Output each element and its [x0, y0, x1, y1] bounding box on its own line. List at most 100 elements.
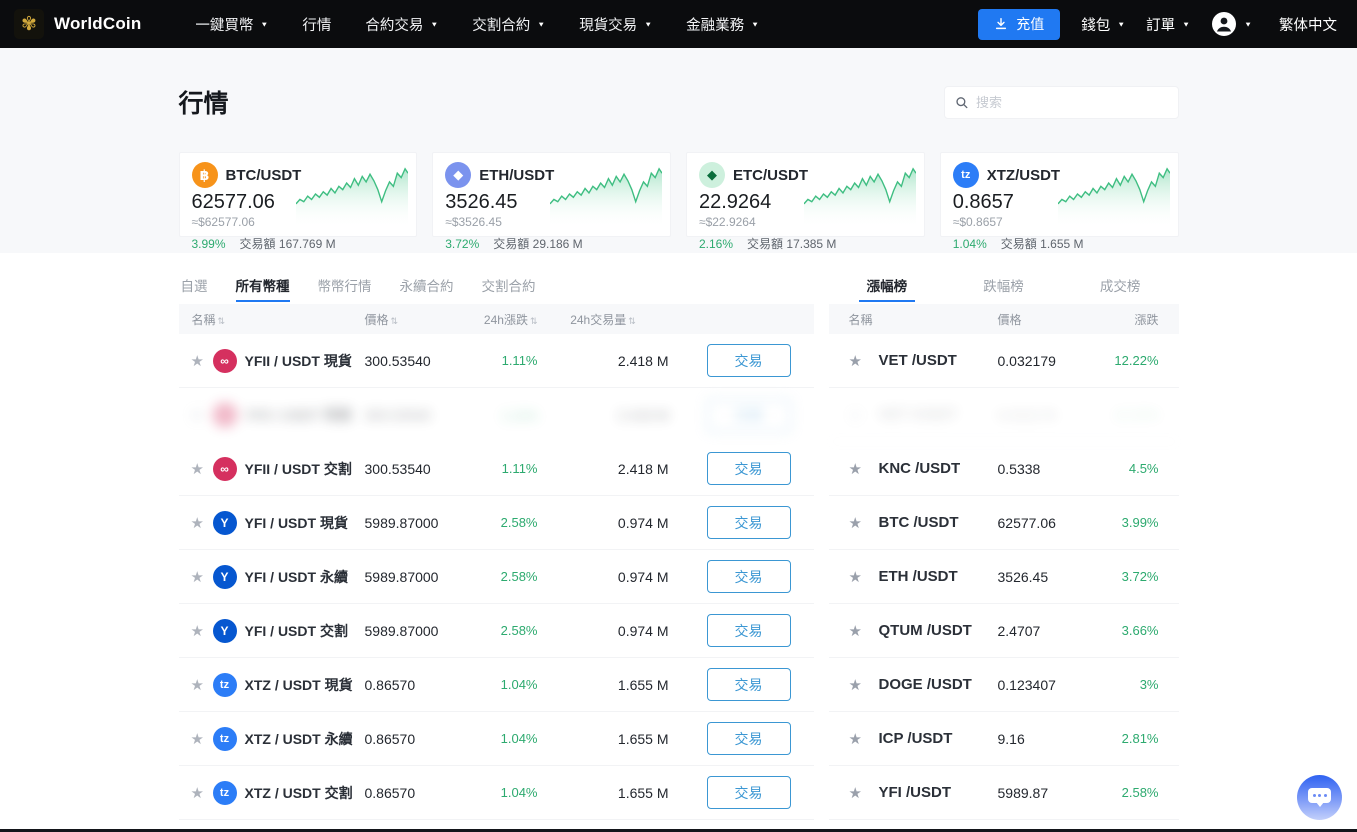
- chat-support-button[interactable]: [1297, 775, 1342, 820]
- favorite-star-icon[interactable]: ★: [191, 676, 213, 694]
- top-section: 行情 ฿ BTC/USDT 62577.06 ≈$62577.06 3.99%: [0, 48, 1357, 253]
- pair-label: XTZ/USDT: [986, 166, 1061, 184]
- table-row[interactable]: ★ tz XTZ / USDT 交割 0.86570 1.04% 1.655 M…: [178, 766, 814, 820]
- pair-volume: 0.974 M: [617, 568, 669, 585]
- markets-table-header: 名稱 ⇅ 價格 ⇅ 24h漲跌 ⇅ 24h交易量 ⇅: [178, 304, 814, 334]
- ticker-card-eth[interactable]: ◆ ETH/USDT 3526.45 ≈$3526.45 3.72% 交易額 2…: [432, 152, 671, 251]
- favorite-star-icon[interactable]: ★: [849, 460, 879, 478]
- yfi-icon: Y: [212, 510, 237, 535]
- page-title: 行情: [178, 90, 229, 118]
- ranking-row[interactable]: ★ ICP /USDT 9.16 2.81%: [828, 712, 1179, 766]
- pair-price: 9.16: [997, 730, 1025, 747]
- chat-bubble-icon: [1308, 788, 1331, 807]
- chevron-down-icon: ▼: [751, 20, 760, 28]
- favorite-star-icon[interactable]: ★: [191, 514, 213, 532]
- favorite-star-icon[interactable]: ★: [849, 352, 879, 370]
- yfii-icon: ∞: [212, 348, 237, 373]
- search-input[interactable]: [975, 94, 1168, 110]
- ticker-card-xtz[interactable]: tz XTZ/USDT 0.8657 ≈$0.8657 1.04% 交易額 1.…: [939, 152, 1179, 251]
- tab-all-coins[interactable]: 所有幣種: [235, 275, 290, 302]
- favorite-star-icon[interactable]: ★: [849, 784, 879, 802]
- orders-dropdown[interactable]: 訂單 ▼: [1146, 14, 1190, 35]
- table-row[interactable]: ★ Y YFI / USDT 現貨 5989.87000 2.58% 0.974…: [178, 496, 814, 550]
- nav-item-label: 合約交易: [365, 17, 424, 34]
- top-nav: ✾ WorldCoin 一鍵買幣 ▼ 行情 合約交易 ▼ 交割合約 ▼ 現貨交易…: [0, 0, 1357, 48]
- table-row[interactable]: ★ Y YFI / USDT 交割 5989.87000 2.58% 0.974…: [178, 604, 814, 658]
- pair-name: ETH /USDT: [878, 568, 958, 585]
- nav-item-buy-coins[interactable]: 一鍵買幣 ▼: [195, 14, 268, 35]
- ticker-card-etc[interactable]: ◆ ETC/USDT 22.9264 ≈$22.9264 2.16% 交易額 1…: [686, 152, 925, 251]
- sort-icon: ⇅: [217, 315, 226, 326]
- wallet-label: 錢包: [1081, 17, 1111, 34]
- favorite-star-icon[interactable]: ★: [849, 730, 879, 748]
- account-dropdown[interactable]: ▼: [1211, 11, 1252, 37]
- table-row[interactable]: ★ Y YFI / USDT 永續 5989.87000 2.58% 0.974…: [178, 550, 814, 604]
- tab-delivery-contracts[interactable]: 交割合約: [482, 275, 536, 302]
- ranking-row[interactable]: ★ KNC /USDT 0.5338 4.5%: [828, 442, 1179, 496]
- favorite-star-icon[interactable]: ★: [849, 676, 879, 694]
- wallet-dropdown[interactable]: 錢包 ▼: [1081, 14, 1125, 35]
- column-price[interactable]: 價格 ⇅: [365, 311, 455, 328]
- ranking-row[interactable]: ★ DOGE /USDT 0.123407 3%: [828, 658, 1179, 712]
- table-row[interactable]: ★ ∞ YFII / USDT 現貨 300.53540 1.11% 2.418…: [178, 334, 814, 388]
- pair-change: 2.58%: [500, 623, 538, 638]
- column-24h-volume[interactable]: 24h交易量 ⇅: [538, 311, 669, 328]
- tab-top-volume[interactable]: 成交榜: [1062, 275, 1179, 302]
- favorite-star-icon[interactable]: ★: [849, 514, 879, 532]
- pair-price: 300.53540: [364, 407, 431, 423]
- sparkline-chart: [1057, 167, 1170, 228]
- column-name[interactable]: 名稱 ⇅: [192, 311, 365, 328]
- table-row[interactable]: ★ tz XTZ / USDT 現貨 0.86570 1.04% 1.655 M…: [178, 658, 814, 712]
- trade-button[interactable]: 交易: [706, 506, 791, 539]
- ticker-card-btc[interactable]: ฿ BTC/USDT 62577.06 ≈$62577.06 3.99% 交易額…: [178, 152, 418, 251]
- favorite-star-icon[interactable]: ★: [849, 568, 879, 586]
- search-box[interactable]: [943, 85, 1179, 119]
- table-row[interactable]: ★ ∞ YFII / USDT 交割 300.53540 1.11% 2.418…: [178, 442, 814, 496]
- pair-label: BTC/USDT: [225, 166, 302, 184]
- trade-button[interactable]: 交易: [706, 776, 791, 809]
- ranking-row[interactable]: ★ VET /USDT 0.032179 12.22%: [828, 334, 1179, 388]
- column-24h-change[interactable]: 24h漲跌 ⇅: [455, 311, 538, 328]
- trade-button[interactable]: 交易: [706, 722, 791, 755]
- pair-change: 4.5%: [1128, 461, 1159, 476]
- favorite-star-icon[interactable]: ★: [849, 622, 879, 640]
- pair-change: 12.22%: [1114, 407, 1159, 422]
- pair-price: 0.032179: [997, 406, 1056, 423]
- table-row[interactable]: ★ tz XTZ / USDT 永續 0.86570 1.04% 1.655 M…: [178, 712, 814, 766]
- yfii-icon: ∞: [212, 403, 237, 427]
- tab-top-losers[interactable]: 跌幅榜: [945, 275, 1062, 302]
- ranking-row[interactable]: ★ ETH /USDT 3526.45 3.72%: [828, 550, 1179, 604]
- column-name: 名稱: [848, 312, 873, 327]
- tab-favorites[interactable]: 自選: [181, 275, 208, 302]
- tab-top-gainers[interactable]: 漲幅榜: [829, 275, 946, 302]
- language-selector[interactable]: 繁体中文: [1279, 14, 1337, 35]
- yfi-icon: Y: [212, 618, 237, 643]
- ranking-row[interactable]: ★ QTUM /USDT 2.4707 3.66%: [828, 604, 1179, 658]
- nav-item-delivery-contract[interactable]: 交割合約 ▼: [472, 14, 545, 35]
- ticker-change: 2.16%: [699, 237, 734, 251]
- favorite-star-icon[interactable]: ★: [191, 352, 213, 370]
- favorite-star-icon[interactable]: ★: [191, 784, 213, 802]
- favorite-star-icon[interactable]: ★: [191, 460, 213, 478]
- ticker-change: 3.99%: [191, 237, 226, 251]
- pair-price: 300.53540: [364, 460, 431, 477]
- favorite-star-icon[interactable]: ★: [191, 730, 213, 748]
- ranking-row[interactable]: ★ YFI /USDT 5989.87 2.58%: [828, 766, 1179, 820]
- pair-change: 3.99%: [1121, 515, 1159, 530]
- favorite-star-icon[interactable]: ★: [191, 568, 213, 586]
- deposit-button[interactable]: 充值: [978, 8, 1061, 40]
- tab-perpetual-contracts[interactable]: 永續合約: [400, 275, 454, 302]
- brand[interactable]: ✾ WorldCoin: [14, 9, 141, 39]
- favorite-star-icon[interactable]: ★: [191, 622, 213, 640]
- nav-item-markets[interactable]: 行情: [302, 14, 331, 35]
- trade-button[interactable]: 交易: [706, 452, 791, 485]
- ranking-row[interactable]: ★ BTC /USDT 62577.06 3.99%: [828, 496, 1179, 550]
- tab-spot-markets[interactable]: 幣幣行情: [318, 275, 372, 302]
- trade-button[interactable]: 交易: [706, 560, 791, 593]
- nav-item-spot-trading[interactable]: 現貨交易 ▼: [579, 14, 652, 35]
- nav-item-financial-services[interactable]: 金融業務 ▼: [686, 14, 759, 35]
- trade-button[interactable]: 交易: [706, 344, 791, 377]
- trade-button[interactable]: 交易: [706, 668, 791, 701]
- nav-item-contract-trading[interactable]: 合約交易 ▼: [365, 14, 438, 35]
- trade-button[interactable]: 交易: [706, 614, 791, 647]
